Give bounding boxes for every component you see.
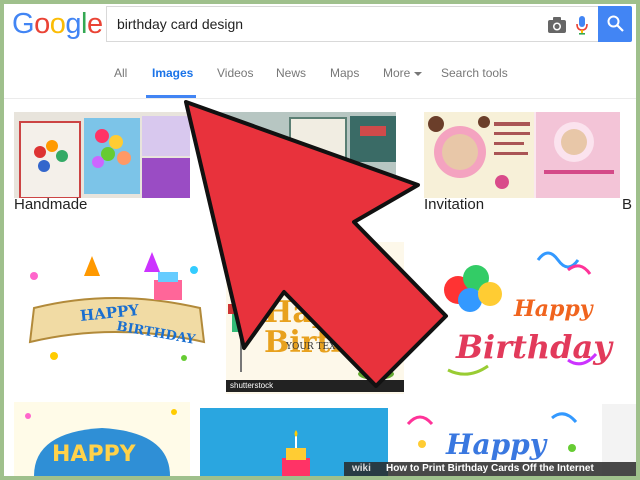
google-logo[interactable]: Google — [12, 8, 103, 41]
handmade-cards-thumbnail — [14, 112, 190, 198]
cards-thumbnail — [220, 112, 396, 198]
result-image-colorful-happy-birthday[interactable]: Happy Birthday — [418, 240, 626, 396]
logo-letter: g — [65, 8, 81, 40]
text-birthday: Birthday — [456, 328, 612, 366]
tab-maps[interactable]: Maps — [330, 66, 359, 80]
camera-icon[interactable] — [547, 16, 567, 34]
microphone-icon[interactable] — [575, 15, 589, 35]
text-happy: Happy — [514, 296, 593, 322]
browser-page: Google birthday card design All Images V… — [4, 4, 636, 476]
search-input[interactable]: birthday card design — [106, 6, 599, 42]
active-tab-indicator — [146, 95, 196, 98]
search-query: birthday card design — [117, 16, 244, 32]
wikihow-banner: wiki How to Print Birthday Cards Off the… — [344, 462, 636, 476]
tab-all[interactable]: All — [114, 66, 127, 80]
chip-label-b[interactable]: B — [622, 196, 632, 213]
tab-more[interactable]: More — [383, 66, 423, 80]
tab-search-tools[interactable]: Search tools — [441, 66, 508, 80]
tab-news[interactable]: News — [276, 66, 306, 80]
chip-handmade-image[interactable] — [14, 112, 190, 198]
wikihow-title: How to Print Birthday Cards Off the Inte… — [386, 463, 594, 474]
chip-label-invitation[interactable]: Invitation — [424, 196, 484, 213]
result-image-your-text-here[interactable]: Happy Birthday YOUR TEXT HERE shuttersto… — [226, 242, 404, 394]
tab-images[interactable]: Images — [152, 66, 193, 80]
tab-more-label: More — [383, 66, 411, 80]
logo-letter: o — [49, 8, 66, 40]
chip-label-handmade[interactable]: Handmade — [14, 196, 87, 213]
invitation-thumbnail — [424, 112, 620, 198]
card-caption: YOUR TEXT HERE — [286, 342, 373, 352]
wikihow-logo: wiki — [352, 463, 371, 474]
logo-letter: o — [34, 8, 50, 40]
result-image-happy-birthday-banner[interactable]: HAPPY BIRTHDAY — [14, 246, 220, 382]
result-image-happy-blue[interactable]: HAPPY — [14, 402, 190, 476]
watermark: shutterstock — [226, 380, 404, 392]
logo-letter: G — [12, 8, 35, 40]
search-tabs: All Images Videos News Maps More Search … — [4, 52, 636, 99]
text-happy-3: Happy — [446, 428, 547, 461]
chip-label-m[interactable]: M — [220, 196, 233, 213]
logo-letter: e — [86, 8, 103, 40]
search-icon — [607, 15, 624, 32]
chip-invitation-image[interactable] — [424, 112, 620, 198]
search-button[interactable] — [598, 6, 632, 42]
chevron-down-icon — [414, 71, 423, 76]
text-happy-2: HAPPY — [52, 442, 136, 467]
tab-videos[interactable]: Videos — [217, 66, 253, 80]
chip-m-image[interactable] — [220, 112, 396, 198]
